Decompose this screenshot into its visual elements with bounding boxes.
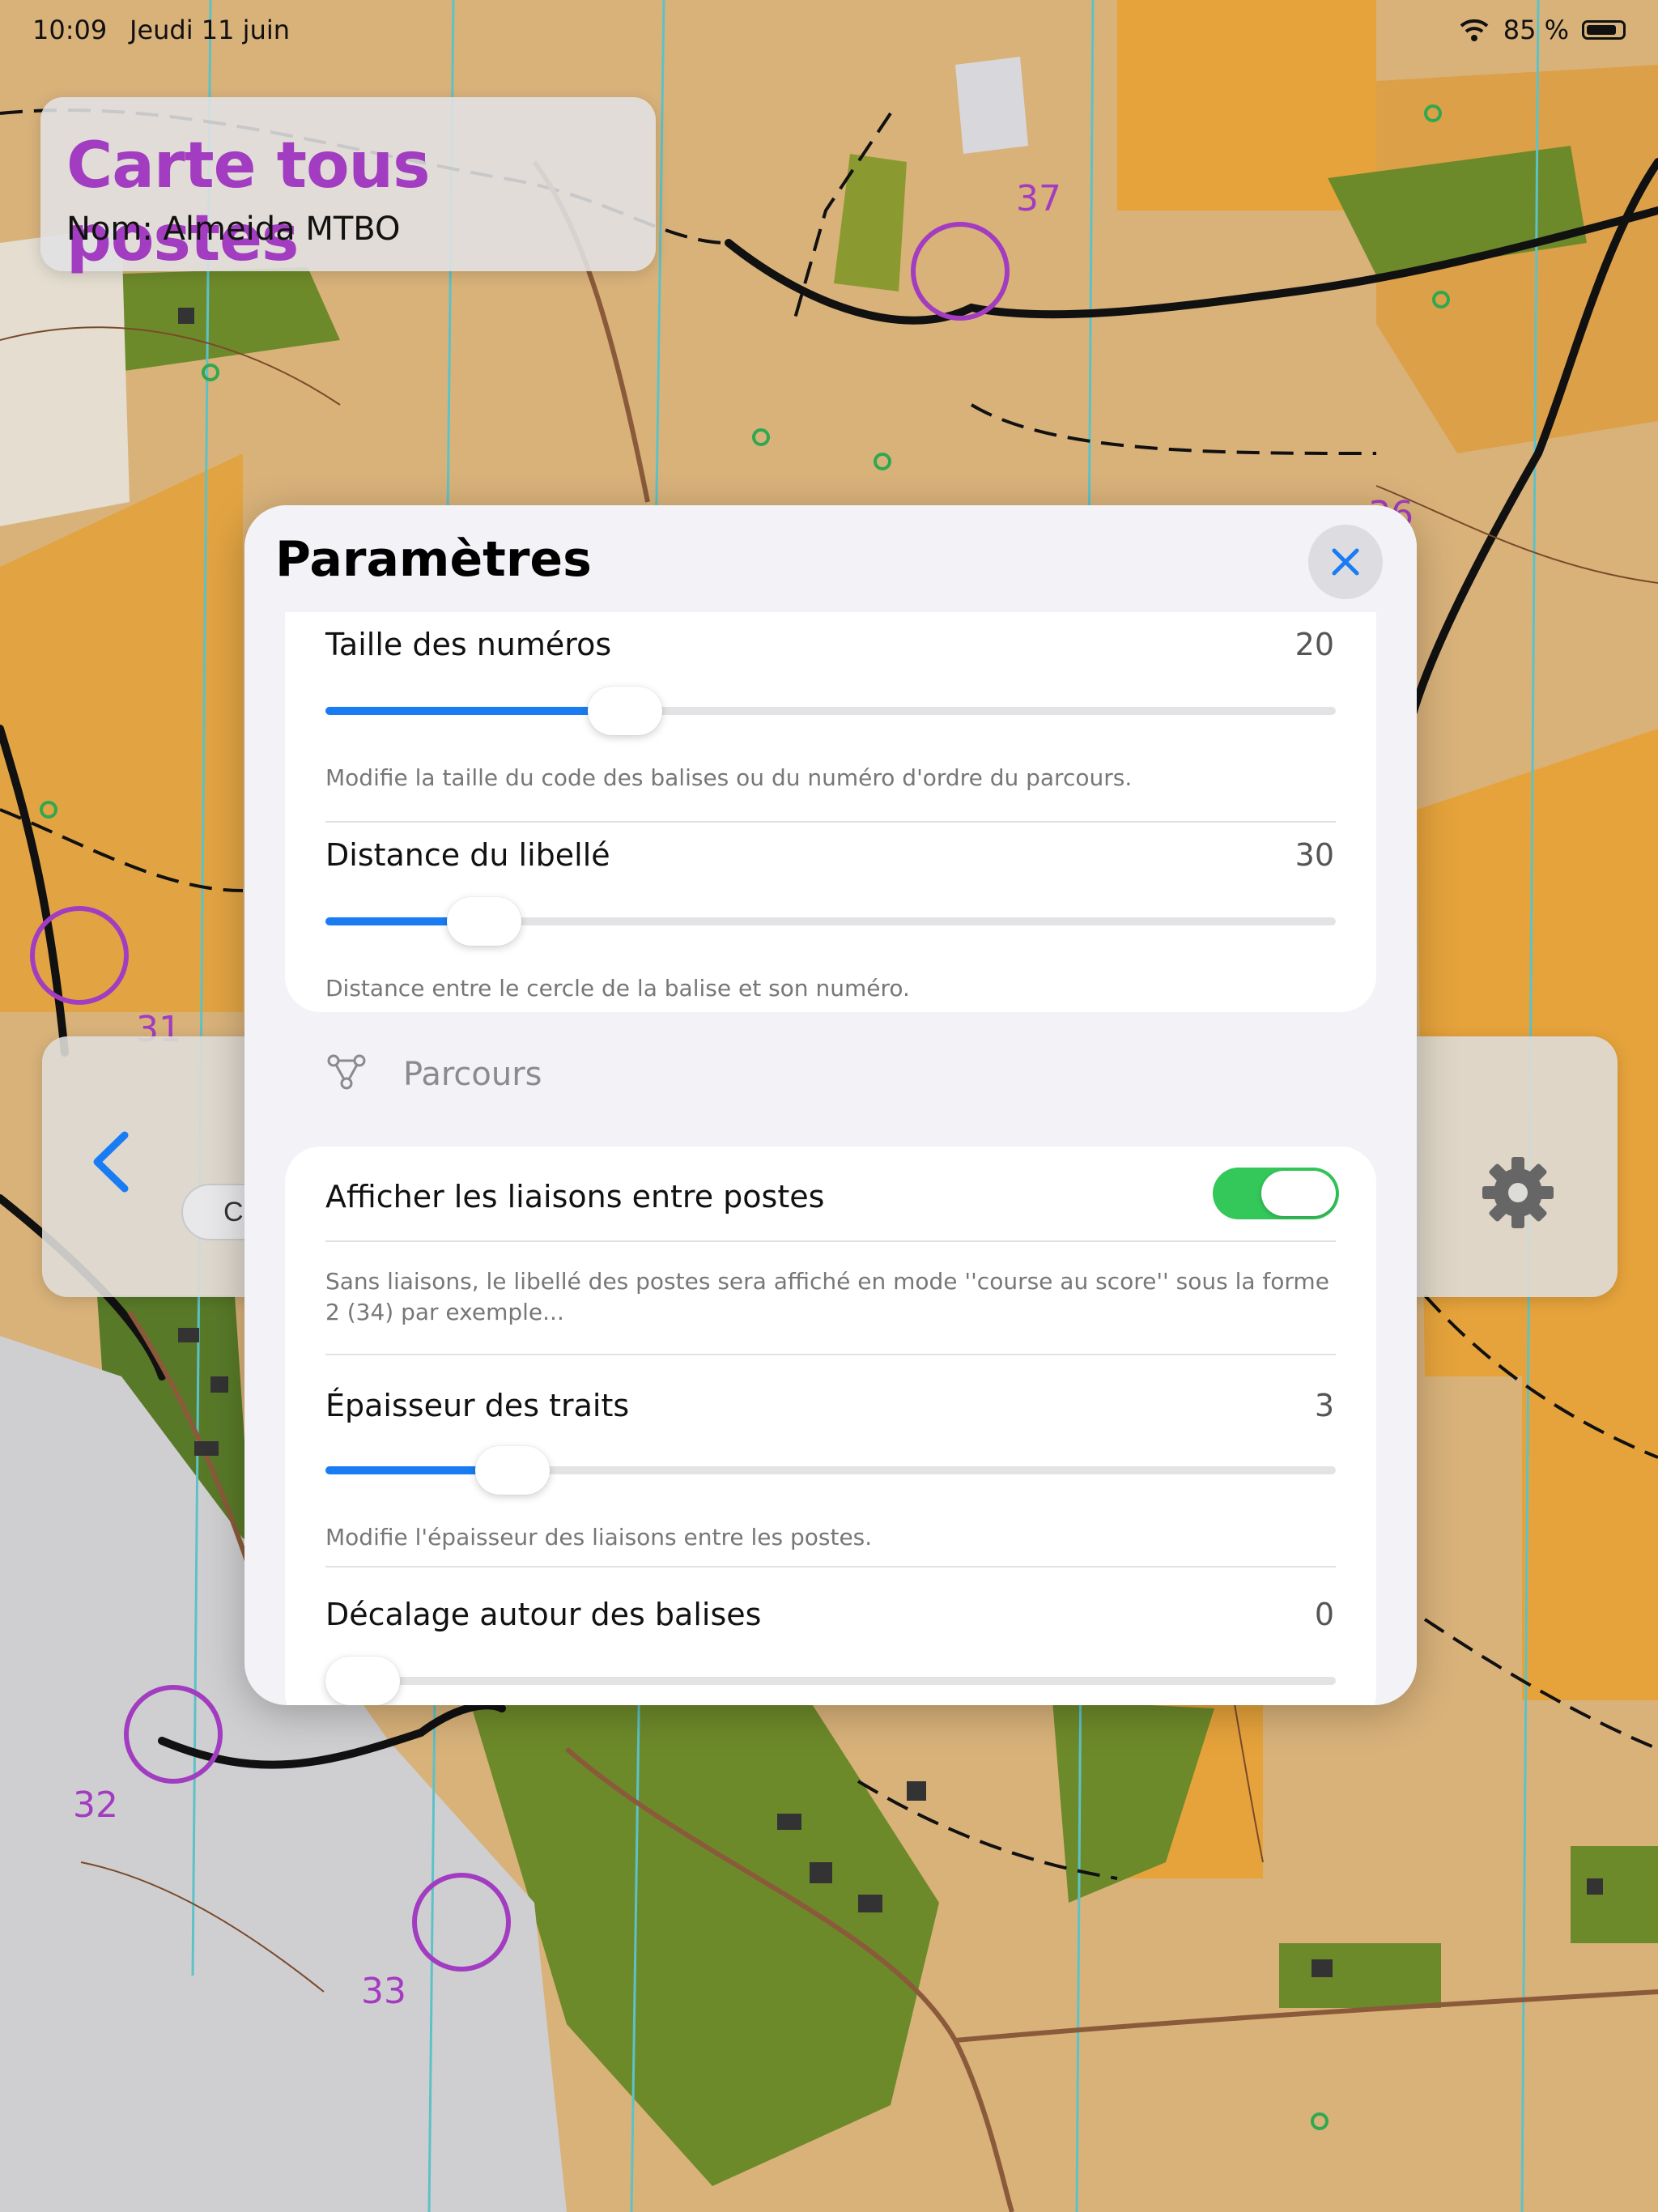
control-number-33: 33 bbox=[361, 1971, 406, 2012]
battery-percent: 85 % bbox=[1503, 15, 1569, 45]
row-help: Modifie l'épaisseur des liaisons entre l… bbox=[325, 1524, 873, 1551]
slider-track bbox=[325, 1677, 1336, 1685]
row-label: Décalage autour des balises bbox=[325, 1597, 762, 1632]
slider-thumb[interactable] bbox=[474, 1446, 550, 1495]
wifi-icon bbox=[1460, 19, 1489, 41]
xmark-icon bbox=[1332, 548, 1359, 576]
slider-thumb[interactable] bbox=[587, 687, 662, 735]
divider bbox=[325, 1566, 1336, 1568]
map-title-card: Carte tous postes Nom: Almeida MTBO bbox=[40, 97, 656, 275]
chevron-left-icon[interactable] bbox=[83, 1125, 139, 1198]
label-settings-card: Taille des numéros 20 Modifie la taille … bbox=[285, 612, 1376, 1012]
label-distance-slider[interactable] bbox=[325, 897, 1336, 946]
slider-thumb[interactable] bbox=[447, 897, 522, 946]
course-settings-card: Afficher les liaisons entre postes Sans … bbox=[285, 1146, 1376, 1705]
settings-title: Paramètres bbox=[275, 531, 592, 588]
settings-sheet: Paramètres Taille des numéros 20 Modifie… bbox=[244, 505, 1417, 1705]
status-bar: 10:09 Jeudi 11 juin 85 % bbox=[0, 0, 1658, 58]
row-help: Modifie la taille du code des balises ou… bbox=[325, 764, 1133, 791]
gear-icon[interactable] bbox=[1479, 1154, 1557, 1231]
divider bbox=[325, 1354, 1336, 1355]
row-label: Épaisseur des traits bbox=[325, 1388, 630, 1423]
show-links-toggle[interactable] bbox=[1213, 1168, 1339, 1219]
battery-icon bbox=[1582, 20, 1626, 40]
row-value: 3 bbox=[1314, 1388, 1334, 1423]
slider-fill bbox=[325, 707, 625, 715]
map-title: Carte tous postes bbox=[66, 130, 431, 275]
status-date: Jeudi 11 juin bbox=[130, 15, 291, 45]
line-thickness-slider[interactable] bbox=[325, 1446, 1336, 1495]
divider bbox=[325, 821, 1336, 823]
section-header-label: Parcours bbox=[403, 1056, 542, 1093]
number-size-slider[interactable] bbox=[325, 687, 1336, 735]
route-icon bbox=[327, 1054, 366, 1090]
row-help: Distance entre le cercle de la balise et… bbox=[325, 975, 910, 1002]
toggle-knob bbox=[1261, 1171, 1336, 1216]
status-time: 10:09 bbox=[32, 15, 108, 45]
divider bbox=[325, 1240, 1336, 1242]
map-subtitle: Nom: Almeida MTBO bbox=[66, 211, 401, 248]
control-number-32: 32 bbox=[73, 1784, 118, 1826]
row-help: Sans liaisons, le libellé des postes ser… bbox=[325, 1268, 1329, 1325]
status-right-group: 85 % bbox=[1458, 15, 1626, 45]
close-button[interactable] bbox=[1308, 525, 1383, 599]
settings-header: Paramètres bbox=[244, 505, 1417, 612]
toggle-label: Afficher les liaisons entre postes bbox=[325, 1179, 825, 1214]
row-label: Taille des numéros bbox=[325, 627, 612, 662]
section-header-course: Parcours bbox=[325, 1051, 811, 1100]
settings-scroll-content[interactable]: Taille des numéros 20 Modifie la taille … bbox=[244, 612, 1417, 1705]
battery-level bbox=[1587, 25, 1616, 35]
control-number-37: 37 bbox=[1016, 178, 1061, 219]
row-label: Distance du libellé bbox=[325, 837, 610, 873]
offset-slider[interactable] bbox=[325, 1657, 1336, 1705]
slider-thumb[interactable] bbox=[325, 1657, 400, 1705]
row-value: 20 bbox=[1295, 627, 1334, 662]
row-value: 0 bbox=[1314, 1597, 1334, 1632]
row-value: 30 bbox=[1295, 837, 1334, 873]
